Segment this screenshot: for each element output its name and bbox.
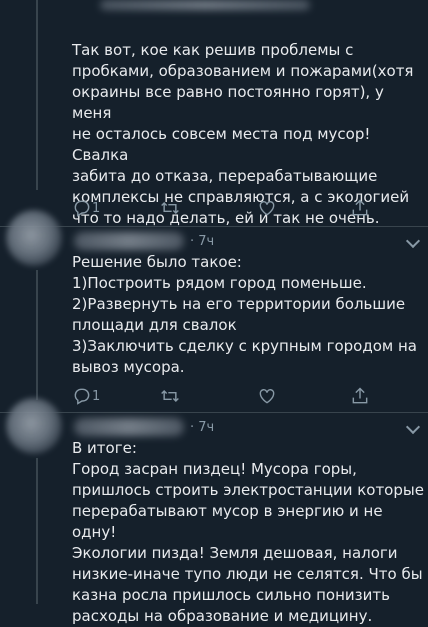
tweet-time[interactable]: · 7ч [190,234,214,249]
share-button[interactable] [350,384,370,408]
blurred-header [100,0,310,10]
retweet-button[interactable] [160,384,180,408]
like-button[interactable] [257,384,277,408]
retweet-icon [161,201,179,215]
reply-icon [74,388,90,405]
share-icon [352,387,368,404]
tweet-time[interactable]: · 7ч [190,420,214,435]
reply-button[interactable]: 1 [72,196,100,220]
like-icon [259,201,275,216]
reply-count: 1 [92,200,101,216]
avatar[interactable] [6,398,62,454]
avatar[interactable] [6,210,62,266]
chevron-down-icon[interactable] [405,419,421,435]
divider [0,226,428,227]
divider [0,412,428,413]
thread-line [36,458,38,604]
thread-line [36,270,38,400]
tweet-text: В итоге: Город засран пиздец! Мусора гор… [72,439,424,625]
thread-line [36,0,38,190]
tweet-text: Решение было такое: 1)Построить рядом го… [72,253,417,376]
like-button[interactable] [257,196,277,220]
blurred-username [74,418,184,436]
tweet-actions: 1 [72,384,412,408]
blurred-username [74,232,184,250]
tweet-actions: 1 [72,196,412,220]
chevron-down-icon[interactable] [405,233,421,249]
reply-icon [74,200,90,217]
share-button[interactable] [350,196,370,220]
like-icon [259,389,275,404]
reply-count: 1 [92,388,101,404]
retweet-icon [161,389,179,403]
retweet-button[interactable] [160,196,180,220]
reply-button[interactable]: 1 [72,384,100,408]
share-icon [352,199,368,216]
